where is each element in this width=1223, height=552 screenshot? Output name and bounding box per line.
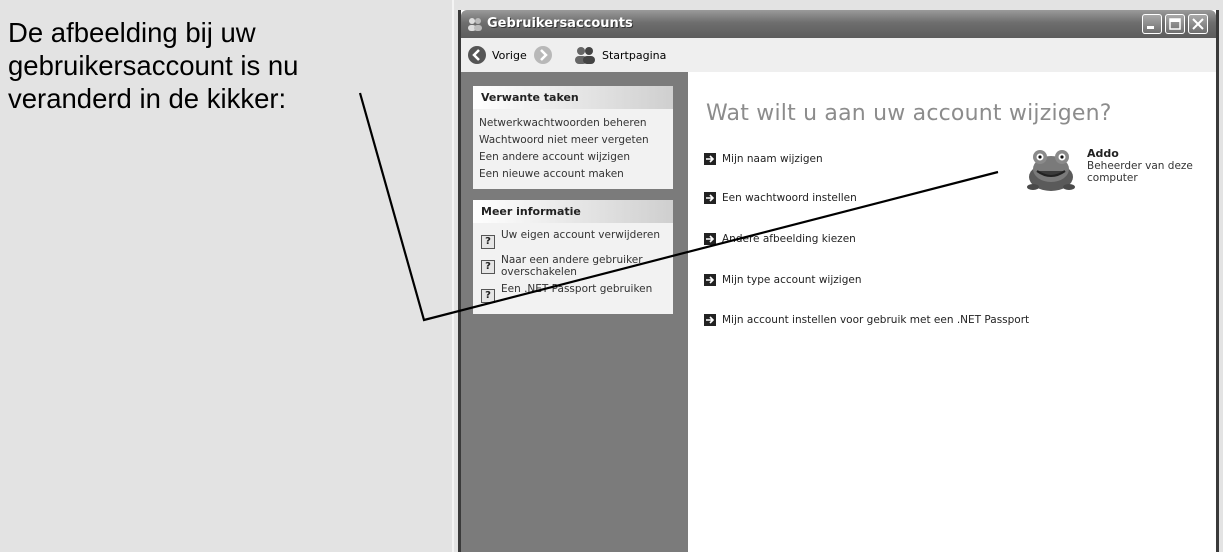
caption-panel: De afbeelding bij uw gebruikersaccount i…	[0, 0, 454, 552]
help-icon: ?	[481, 235, 495, 249]
home-button[interactable]: Startpagina	[573, 44, 666, 66]
caption-text: De afbeelding bij uw gebruikersaccount i…	[8, 17, 299, 114]
more-info-title: Meer informatie	[473, 200, 673, 223]
link-label: Andere afbeelding kiezen	[722, 233, 856, 245]
account-card: Addo Beheerder van deze computer	[1025, 147, 1205, 197]
users-home-icon	[575, 47, 595, 64]
link-label: Mijn naam wijzigen	[722, 153, 823, 165]
minimize-icon	[1147, 26, 1154, 29]
back-button[interactable]: Vorige	[467, 44, 527, 66]
close-icon	[1192, 18, 1204, 30]
info-link[interactable]: ? Uw eigen account verwijderen	[479, 229, 669, 249]
maximize-icon	[1169, 18, 1181, 30]
arrow-right-icon	[704, 314, 716, 326]
minimize-button[interactable]	[1142, 14, 1162, 34]
title-bar[interactable]: Gebruikersaccounts	[461, 10, 1216, 38]
arrow-right-icon	[704, 192, 716, 204]
account-role: Beheerder van deze computer	[1087, 160, 1193, 184]
help-icon: ?	[481, 289, 495, 303]
task-link[interactable]: Netwerkwachtwoorden beheren	[479, 115, 669, 132]
users-icon	[467, 16, 483, 35]
forward-button[interactable]	[533, 44, 558, 66]
related-tasks-box: Verwante taken Netwerkwachtwoorden beher…	[473, 86, 673, 189]
toolbar: Vorige Startpagina	[461, 38, 1216, 73]
task-link[interactable]: Wachtwoord niet meer vergeten	[479, 132, 669, 149]
page-title: Wat wilt u aan uw account wijzigen?	[706, 101, 1112, 126]
link-label: Een wachtwoord instellen	[722, 192, 857, 204]
back-arrow-icon	[468, 46, 486, 64]
change-picture-link[interactable]: Andere afbeelding kiezen	[704, 233, 856, 245]
change-account-type-link[interactable]: Mijn type account wijzigen	[704, 274, 861, 286]
main-content: Wat wilt u aan uw account wijzigen? Mijn…	[688, 72, 1216, 552]
info-link-label: Uw eigen account verwijderen	[501, 229, 661, 241]
maximize-button[interactable]	[1165, 14, 1185, 34]
home-label: Startpagina	[602, 48, 667, 62]
info-link[interactable]: ? Een .NET Passport gebruiken	[479, 283, 669, 303]
related-tasks-title: Verwante taken	[473, 86, 673, 109]
task-link[interactable]: Een andere account wijzigen	[479, 149, 669, 166]
user-accounts-window: Gebruikersaccounts Vorige Startpagina Ve…	[458, 10, 1219, 552]
task-sidebar: Verwante taken Netwerkwachtwoorden beher…	[461, 72, 688, 552]
net-passport-link[interactable]: Mijn account instellen voor gebruik met …	[704, 314, 1029, 326]
arrow-right-icon	[704, 233, 716, 245]
account-name: Addo	[1087, 147, 1119, 160]
back-label: Vorige	[492, 48, 527, 62]
link-label: Mijn type account wijzigen	[722, 274, 862, 286]
help-icon: ?	[481, 260, 495, 274]
task-link[interactable]: Een nieuwe account maken	[479, 166, 669, 183]
link-label: Mijn account instellen voor gebruik met …	[722, 314, 1030, 326]
arrow-right-icon	[704, 153, 716, 165]
frog-icon	[1027, 150, 1075, 191]
info-link-label: Een .NET Passport gebruiken	[501, 283, 653, 295]
more-info-box: Meer informatie ? Uw eigen account verwi…	[473, 200, 673, 314]
set-password-link[interactable]: Een wachtwoord instellen	[704, 192, 857, 204]
close-button[interactable]	[1188, 14, 1208, 34]
info-link-label: Naar een andere gebruiker overschakelen	[501, 254, 643, 278]
window-title: Gebruikersaccounts	[487, 16, 633, 31]
info-link[interactable]: ? Naar een andere gebruiker overschakele…	[479, 254, 669, 278]
forward-arrow-icon	[534, 46, 552, 64]
arrow-right-icon	[704, 274, 716, 286]
change-name-link[interactable]: Mijn naam wijzigen	[704, 153, 823, 165]
